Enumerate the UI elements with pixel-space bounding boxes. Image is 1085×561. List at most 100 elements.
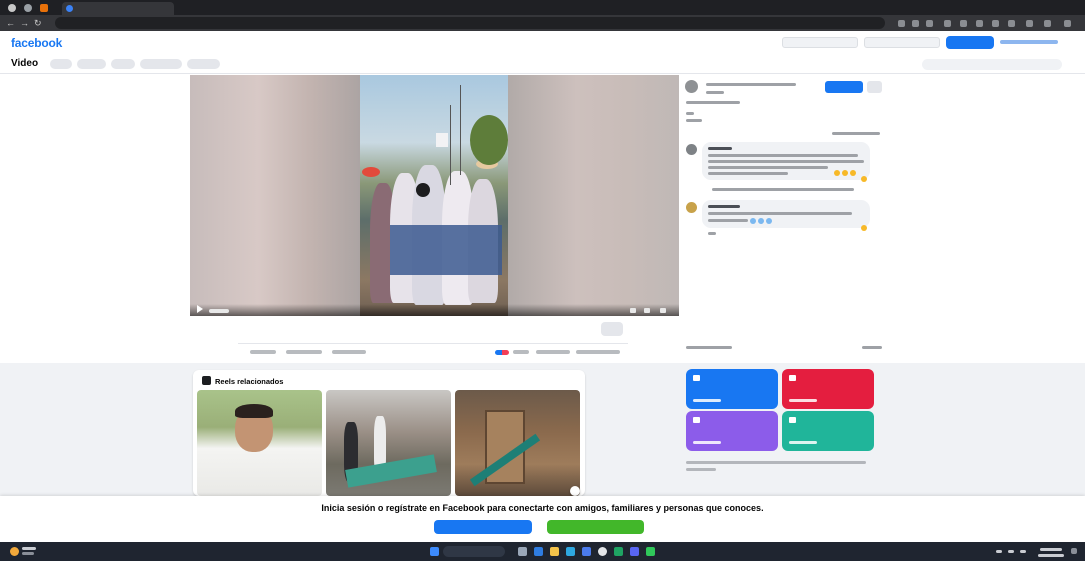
extension-icon[interactable] (944, 20, 951, 27)
category-tile[interactable] (782, 369, 874, 409)
reactions-icon (495, 350, 509, 355)
banner-signup-button[interactable] (547, 520, 644, 534)
banner-login-button[interactable] (434, 520, 532, 534)
video-player[interactable] (190, 75, 679, 316)
video-nav-pill[interactable] (111, 59, 135, 69)
tab-search-icon[interactable] (24, 4, 32, 12)
app-icon[interactable] (630, 547, 639, 556)
notification-icon[interactable] (1071, 548, 1077, 554)
password-field[interactable] (864, 37, 940, 48)
email-field[interactable] (782, 37, 858, 48)
megaphone-icon (416, 183, 430, 197)
more-icon[interactable] (867, 81, 882, 93)
extension-icon[interactable] (926, 20, 933, 27)
flag (436, 133, 448, 147)
extension-icon[interactable] (912, 20, 919, 27)
extension-icon[interactable] (1008, 20, 1015, 27)
category-icon (789, 375, 796, 381)
category-icon (693, 375, 700, 381)
banner-text: Inicia sesión o regístrate en Facebook p… (321, 503, 764, 513)
browser-profile-icon[interactable] (8, 4, 16, 12)
volume-icon[interactable] (1020, 550, 1026, 553)
app-icon[interactable] (614, 547, 623, 556)
follow-button[interactable] (825, 81, 863, 93)
reel-thumbnail[interactable] (455, 390, 580, 496)
author-name[interactable] (706, 83, 796, 86)
category-label (693, 399, 721, 402)
comment-sort[interactable] (832, 132, 880, 135)
file-explorer-icon[interactable] (550, 547, 559, 556)
video-nav-pill[interactable] (50, 59, 72, 69)
comment-text (708, 154, 858, 157)
play-icon[interactable] (197, 305, 203, 313)
extension-icon[interactable] (1044, 20, 1051, 27)
comment-author[interactable] (708, 205, 740, 208)
category-label (693, 441, 721, 444)
emoji-icon (750, 218, 756, 224)
browser-tab-active[interactable] (62, 2, 174, 15)
comment-button[interactable] (286, 350, 322, 354)
extension-icon[interactable] (960, 20, 967, 27)
category-tile[interactable] (686, 369, 778, 409)
video-nav-bar: Video (0, 55, 1085, 74)
extension-icon[interactable] (898, 20, 905, 27)
browser-tab-bar (0, 0, 1085, 15)
store-icon[interactable] (566, 547, 575, 556)
chrome-icon[interactable] (598, 547, 607, 556)
tray-chevron-icon[interactable] (996, 550, 1002, 553)
share-button[interactable] (332, 350, 366, 354)
weather-widget[interactable] (10, 546, 38, 557)
login-button[interactable] (946, 36, 994, 49)
commenter-avatar[interactable] (686, 202, 697, 213)
extension-icon[interactable] (976, 20, 983, 27)
settings-icon[interactable] (630, 308, 636, 313)
app-icon[interactable] (646, 547, 655, 556)
category-tile[interactable] (686, 411, 778, 451)
like-button[interactable] (250, 350, 276, 354)
category-tile[interactable] (782, 411, 874, 451)
comment-input-label[interactable] (686, 346, 732, 349)
start-icon[interactable] (430, 547, 439, 556)
back-icon[interactable]: ← (6, 18, 15, 28)
video-nav-pill[interactable] (77, 59, 106, 69)
tab-group-icon[interactable] (40, 4, 48, 12)
commenter-avatar[interactable] (686, 144, 697, 155)
video-nav-pill[interactable] (187, 59, 220, 69)
reload-icon[interactable]: ↻ (34, 18, 42, 28)
comment-bubble (702, 142, 870, 180)
footer-links[interactable] (686, 461, 866, 464)
browser-menu-icon[interactable] (1064, 20, 1071, 27)
reels-title: Reels relacionados (215, 377, 284, 386)
comment-author[interactable] (708, 147, 732, 150)
reply-link[interactable] (712, 188, 854, 191)
reel-thumbnail[interactable] (197, 390, 322, 496)
fullscreen-icon[interactable] (660, 308, 666, 313)
mail-icon[interactable] (582, 547, 591, 556)
task-view-icon[interactable] (518, 547, 527, 556)
related-reels-card: Reels relacionados (193, 370, 585, 496)
carousel-next-icon[interactable] (570, 486, 580, 496)
video-nav-pill[interactable] (140, 59, 182, 69)
facebook-logo[interactable]: facebook (11, 36, 62, 50)
wifi-icon[interactable] (1008, 550, 1014, 553)
video-time (209, 309, 229, 313)
reel-thumbnail[interactable] (326, 390, 451, 496)
extension-icon[interactable] (992, 20, 999, 27)
edge-icon[interactable] (534, 547, 543, 556)
volume-icon[interactable] (644, 308, 650, 313)
video-blur-right (508, 75, 679, 316)
power-line (450, 105, 451, 185)
profile-avatar[interactable] (1026, 20, 1033, 27)
power-line (460, 85, 461, 175)
author-avatar[interactable] (685, 80, 698, 93)
url-input[interactable] (55, 17, 885, 29)
share-video-button[interactable] (601, 322, 623, 336)
comment-count (862, 346, 882, 349)
footer-links[interactable] (686, 468, 716, 471)
forward-icon[interactable]: → (20, 18, 29, 28)
taskbar-clock[interactable] (1038, 545, 1066, 558)
video-search-input[interactable] (922, 59, 1062, 70)
taskbar-search-input[interactable] (443, 546, 505, 557)
forgot-account-link[interactable] (1000, 40, 1058, 44)
video-frame (360, 75, 508, 316)
